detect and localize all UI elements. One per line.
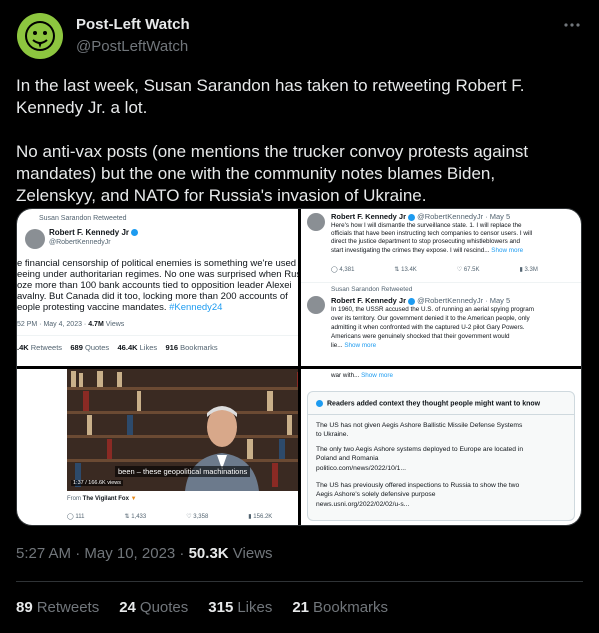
note-line: The US has previously offered inspection… xyxy=(316,482,520,489)
tweet-text: In the last week, Susan Sarandon has tak… xyxy=(16,75,576,207)
screenshot-line: avalny. But Canada did it too, locking m… xyxy=(17,291,288,302)
screenshot-line: Americans were genuinely shocked that th… xyxy=(331,333,510,340)
tweet-paragraph-1: In the last week, Susan Sarandon has tak… xyxy=(16,76,525,117)
views-icon: ▮ 156.2K xyxy=(248,514,273,520)
retweeted-label: Susan Sarandon Retweeted xyxy=(331,286,413,293)
verified-icon xyxy=(408,213,416,221)
reply-icon: ◯ 111 xyxy=(67,514,85,520)
quotes-count[interactable]: 24 Quotes xyxy=(119,599,188,616)
screenshot-name: Robert F. Kennedy Jr @RobertKennedyJr · … xyxy=(331,212,511,221)
retweet-icon: ⇅ 13.4K xyxy=(394,267,417,273)
author-handle[interactable]: @PostLeftWatch xyxy=(76,38,188,55)
ellipsis-icon[interactable] xyxy=(561,16,583,38)
tweet-header: Post-Left Watch @PostLeftWatch xyxy=(16,12,583,60)
screenshot-line: eople protesting vaccine mandates. #Kenn… xyxy=(17,302,223,313)
note-line: to Ukraine. xyxy=(316,431,349,438)
avatar xyxy=(307,213,325,231)
like-icon: ♡ 3,358 xyxy=(186,514,209,520)
like-icon: ♡ 67.5K xyxy=(456,267,480,273)
media-image-3[interactable]: been – these geopolitical machinations 1… xyxy=(17,369,298,525)
avatar[interactable] xyxy=(16,12,64,60)
note-line: Aegis Ashore's solely defensive purpose xyxy=(316,491,436,498)
likes-count[interactable]: 315 Likes xyxy=(208,599,272,616)
video-caption: been – these geopolitical machinations xyxy=(115,466,251,477)
avatar-logo-icon xyxy=(17,13,63,59)
verified-icon xyxy=(408,297,416,305)
screenshot-actions: ◯ 111 ⇅ 1,433 ♡ 3,358 ▮ 156.2K xyxy=(67,513,298,520)
verified-icon xyxy=(131,229,139,237)
video-thumbnail[interactable]: been – these geopolitical machinations 1… xyxy=(67,369,298,491)
note-line: Poland and Romania xyxy=(316,455,379,462)
divider xyxy=(17,335,298,336)
note-line: The US has not given Aegis Ashore Ballis… xyxy=(316,422,523,429)
media-image-4[interactable]: war with... Show more Readers added cont… xyxy=(301,369,581,525)
note-link: politico.com/news/2022/10/1... xyxy=(316,465,406,472)
reply-icon: ◯ 4,381 xyxy=(331,267,355,273)
divider xyxy=(301,282,581,283)
screenshot-line: lie... Show more xyxy=(331,342,377,349)
author-name[interactable]: Post-Left Watch xyxy=(76,16,190,33)
community-note-header: Readers added context they thought peopl… xyxy=(316,400,540,407)
screenshot-name: Robert F. Kennedy Jr xyxy=(49,228,139,237)
engagement-counts: 89 Retweets 24 Quotes 315 Likes 21 Bookmarks xyxy=(16,599,408,616)
retweet-icon: ⇅ 1,433 xyxy=(124,514,147,520)
screenshot-line: oze more than 100 bank accounts tied to … xyxy=(17,280,292,291)
divider xyxy=(16,581,583,582)
screenshot-stats: .4K Retweets 689 Quotes 46.4K Likes 916 … xyxy=(17,343,218,352)
video-timestamp: 1:37 / 166.6K views xyxy=(71,480,124,486)
screenshot-line: admitting it when confronted with the ca… xyxy=(331,324,525,331)
screenshot-line: direct the justice department to stop pr… xyxy=(331,238,521,245)
view-count: 50.3K xyxy=(188,545,229,562)
screenshot-line: over its territory. Our government denie… xyxy=(331,315,530,322)
screenshot-line: e financial censorship of political enem… xyxy=(17,258,297,269)
video-source: From The Vigilant Fox ▼ xyxy=(67,496,137,502)
screenshot-line: In 1960, the USSR accused the U.S. of ru… xyxy=(331,306,535,313)
tweet-paragraph-2: No anti-vax posts (one mentions the truc… xyxy=(16,142,529,205)
media-image-1[interactable]: Susan Sarandon Retweeted Robert F. Kenne… xyxy=(17,209,298,366)
avatar xyxy=(307,296,325,314)
note-link: news.usni.org/2022/02/02/u-s... xyxy=(316,501,410,508)
screenshot-handle: @RobertKennedyJr xyxy=(49,239,111,246)
retweeted-label: Susan Sarandon Retweeted xyxy=(39,215,127,222)
screenshot-time: 52 PM · May 4, 2023 · 4.7M Views xyxy=(17,321,125,328)
screenshot-line: Here's how I will dismantle the surveill… xyxy=(331,222,522,229)
avatar xyxy=(25,229,45,249)
screenshot-actions: ◯ 4,381 ⇅ 13.4K ♡ 67.5K ▮ 3.3M xyxy=(331,266,578,273)
media-grid: Susan Sarandon Retweeted Robert F. Kenne… xyxy=(16,208,582,526)
screenshot-name: Robert F. Kennedy Jr @RobertKennedyJr · … xyxy=(331,296,511,305)
media-image-2[interactable]: Robert F. Kennedy Jr @RobertKennedyJr · … xyxy=(301,209,581,366)
speaker-figure xyxy=(185,406,259,491)
screenshot-line: war with... Show more xyxy=(331,372,393,379)
community-note: Readers added context they thought peopl… xyxy=(307,391,575,521)
note-line: The only two Aegis Ashore systems deploy… xyxy=(316,446,524,453)
bookmarks-count[interactable]: 21 Bookmarks xyxy=(292,599,388,616)
screenshot-line: start investigating the crimes they expo… xyxy=(331,247,524,254)
readers-icon xyxy=(316,400,323,407)
views-icon: ▮ 3.3M xyxy=(519,267,538,273)
screenshot-line: eeing under authoritarian regimes. No on… xyxy=(17,269,298,280)
retweets-count[interactable]: 89 Retweets xyxy=(16,599,99,616)
screenshot-line: officials that have been instructing tec… xyxy=(331,230,533,237)
tweet-timestamp[interactable]: 5:27 AM · May 10, 2023 · 50.3K Views xyxy=(16,545,273,562)
